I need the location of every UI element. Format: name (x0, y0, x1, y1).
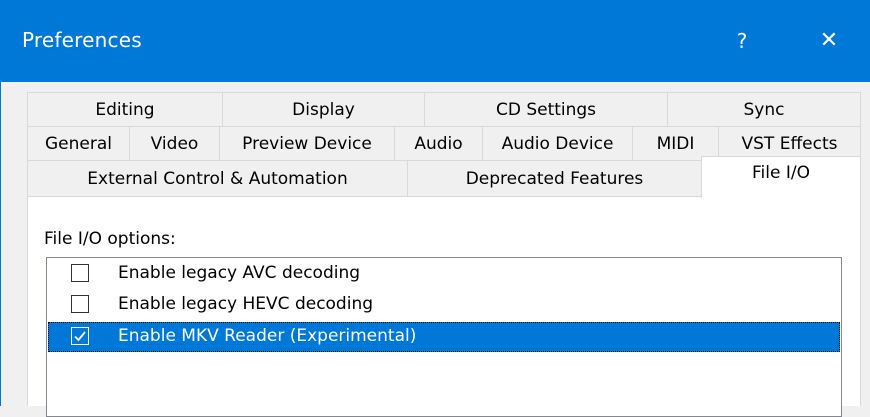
file-io-panel: File I/O options: Enable legacy AVC deco… (27, 196, 861, 417)
close-button[interactable]: ✕ (804, 22, 854, 60)
checkmark-icon (74, 331, 86, 342)
tab-midi[interactable]: MIDI (632, 126, 718, 160)
help-button[interactable]: ? (720, 22, 764, 60)
tab-vst-effects[interactable]: VST Effects (718, 126, 861, 160)
checkbox[interactable] (71, 264, 89, 282)
tab-display[interactable]: Display (222, 92, 424, 126)
window-title: Preferences (22, 28, 142, 52)
tab-sync[interactable]: Sync (667, 92, 861, 126)
file-io-options-label: File I/O options: (44, 229, 176, 249)
tab-audio[interactable]: Audio (394, 126, 482, 160)
list-item[interactable]: Enable legacy AVC decoding (48, 259, 840, 289)
window-frame (0, 82, 1, 406)
tab-external-control-automation[interactable]: External Control & Automation (27, 160, 407, 196)
tab-general[interactable]: General (27, 126, 129, 160)
file-io-options-list[interactable]: Enable legacy AVC decoding Enable legacy… (46, 257, 842, 417)
checkbox[interactable] (71, 327, 89, 345)
list-item[interactable]: Enable legacy HEVC decoding (48, 290, 840, 320)
tab-video[interactable]: Video (129, 126, 219, 160)
tab-editing[interactable]: Editing (27, 92, 222, 126)
tab-deprecated-features[interactable]: Deprecated Features (407, 160, 701, 196)
tab-file-io[interactable]: File I/O (701, 156, 861, 198)
tab-audio-device[interactable]: Audio Device (482, 126, 632, 160)
tab-cd-settings[interactable]: CD Settings (424, 92, 667, 126)
list-item[interactable]: Enable MKV Reader (Experimental) (48, 322, 840, 352)
tab-preview-device[interactable]: Preview Device (219, 126, 394, 160)
checkbox[interactable] (71, 295, 89, 313)
title-bar[interactable]: Preferences ? ✕ (0, 0, 870, 82)
